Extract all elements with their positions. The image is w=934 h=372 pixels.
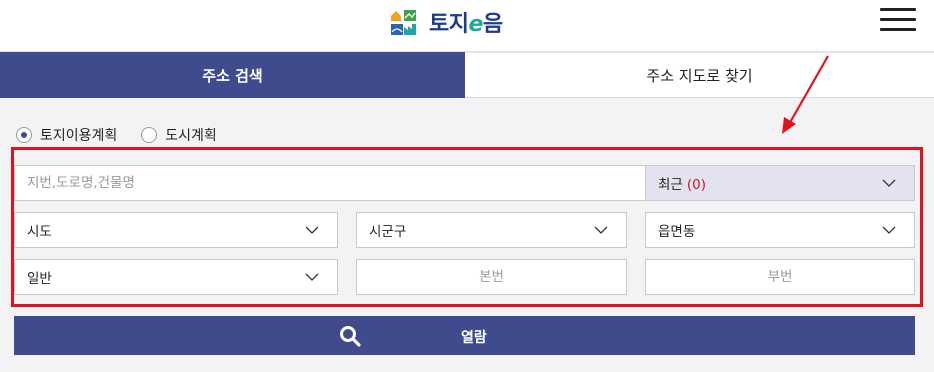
view-button-label: 열람 [461, 330, 487, 346]
chevron-down-icon [305, 226, 319, 234]
radio-label: 도시계획 [165, 128, 217, 144]
recent-label: 최근 (0) [658, 177, 706, 193]
land-type-select[interactable]: 일반 [14, 259, 338, 295]
eupmyeondong-label: 읍면동 [658, 224, 696, 240]
tab-address-map-search[interactable]: 주소 지도로 찾기 [465, 52, 934, 98]
land-type-label: 일반 [27, 271, 52, 287]
sub-number-input[interactable] [646, 260, 914, 294]
hamburger-menu-icon[interactable] [880, 8, 916, 32]
logo-mark-icon [391, 10, 416, 35]
eupmyeondong-select[interactable]: 읍면동 [645, 212, 915, 248]
radio-urban-plan[interactable]: 도시계획 [141, 125, 217, 145]
radio-label: 토지이용계획 [40, 128, 118, 144]
plan-type-radio-group: 토지이용계획 도시계획 [16, 125, 241, 145]
search-icon [340, 326, 361, 347]
chevron-down-icon [594, 226, 608, 234]
sigungu-select[interactable]: 시군구 [356, 212, 627, 248]
radio-land-use-plan[interactable]: 토지이용계획 [16, 125, 117, 145]
main-number-input[interactable] [357, 260, 626, 294]
header: 토지e음 [0, 0, 934, 52]
annotation-arrow-icon [782, 55, 829, 134]
sub-number-field[interactable] [645, 259, 915, 295]
recent-search-select[interactable]: 최근 (0) [645, 165, 915, 201]
view-button[interactable]: 열람 [14, 316, 915, 355]
logo-text: 토지e음 [429, 12, 503, 37]
chevron-down-icon [305, 273, 319, 281]
radio-unchecked-icon [141, 127, 158, 143]
sigungu-label: 시군구 [369, 224, 407, 240]
address-search-input[interactable] [15, 166, 645, 200]
chevron-down-icon [882, 226, 896, 234]
recent-count: (0) [686, 177, 706, 193]
site-logo[interactable]: 토지e음 [389, 6, 503, 38]
chevron-down-icon [882, 179, 896, 187]
tab-address-search[interactable]: 주소 검색 [0, 52, 465, 98]
main-number-field[interactable] [356, 259, 627, 295]
sido-select[interactable]: 시도 [14, 212, 338, 248]
address-search-field[interactable] [14, 165, 646, 201]
sido-label: 시도 [27, 224, 52, 240]
radio-checked-icon [16, 127, 32, 143]
